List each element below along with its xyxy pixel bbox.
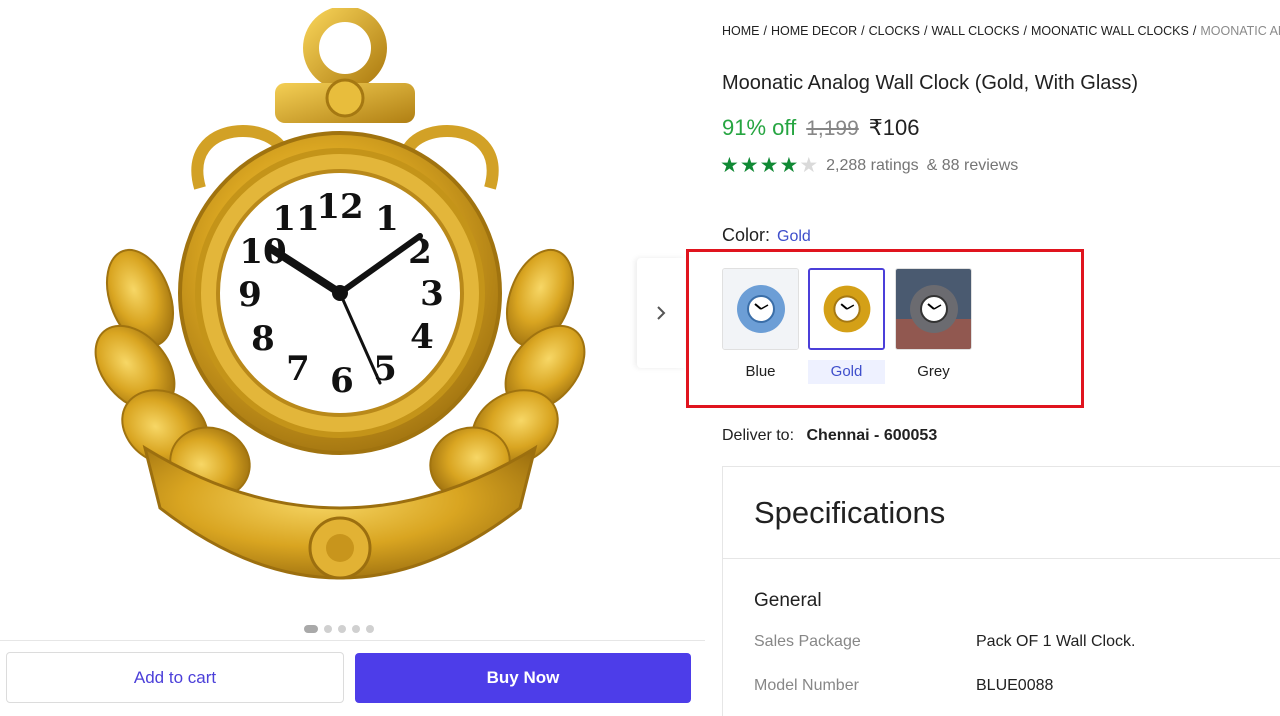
breadcrumb-current: MOONATIC ANALOG WALL CLOCK — [1200, 24, 1280, 38]
ratings-count[interactable]: 2,288 ratings — [826, 157, 919, 175]
product-gallery: 12 1 2 3 4 5 6 7 8 9 10 11 Add to cart B… — [0, 0, 705, 716]
star-icon: ★ — [779, 154, 799, 177]
svg-text:6: 6 — [330, 361, 354, 401]
spec-key: Model Number — [754, 677, 859, 694]
svg-text:5: 5 — [373, 349, 397, 389]
selling-price: ₹106 — [868, 115, 920, 140]
breadcrumb-moonatic-wall-clocks[interactable]: MOONATIC WALL CLOCKS — [1031, 24, 1189, 38]
gallery-dot[interactable] — [324, 625, 332, 633]
svg-text:8: 8 — [251, 319, 275, 359]
svg-text:12: 12 — [316, 187, 363, 227]
color-label: Color: Gold — [722, 225, 811, 246]
breadcrumb-separator: / — [1023, 24, 1027, 38]
selected-color: Gold — [777, 228, 811, 245]
gallery-dot[interactable] — [304, 625, 318, 633]
spec-value: Pack OF 1 Wall Clock. — [976, 633, 1136, 650]
color-label-text: Color: — [722, 225, 771, 245]
breadcrumb-wall-clocks[interactable]: WALL CLOCKS — [931, 24, 1019, 38]
rating-row[interactable]: ★ ★ ★ ★ ★ 2,288 ratings & 88 reviews — [720, 155, 1018, 177]
svg-text:11: 11 — [272, 199, 319, 239]
spec-key: Sales Package — [754, 633, 861, 650]
price-row: 91% off 1,199 ₹106 — [722, 115, 919, 141]
divider — [0, 640, 705, 641]
spec-row: Sales Package Pack OF 1 Wall Clock. — [754, 633, 1135, 651]
svg-text:7: 7 — [286, 349, 310, 389]
reviews-count[interactable]: & 88 reviews — [927, 157, 1019, 175]
delivery-location[interactable]: Chennai - 600053 — [806, 427, 937, 444]
specifications-panel: Specifications General Sales Package Pac… — [722, 466, 1280, 716]
svg-text:1: 1 — [375, 199, 399, 239]
star-icon: ★ — [720, 154, 739, 177]
spec-section-title: General — [754, 590, 822, 611]
star-empty-icon: ★ — [799, 154, 819, 177]
gallery-dot[interactable] — [352, 625, 360, 633]
chevron-right-icon — [657, 306, 666, 320]
breadcrumb: HOME / HOME DECOR / CLOCKS / WALL CLOCKS / MOONA… — [722, 24, 1280, 38]
breadcrumb-home-decor[interactable]: HOME DECOR — [771, 24, 857, 38]
spec-value: BLUE0088 — [976, 677, 1054, 694]
highlight-box — [686, 249, 1084, 408]
original-price: 1,199 — [806, 117, 859, 140]
delivery-info[interactable]: Deliver to: Chennai - 600053 — [722, 427, 937, 445]
breadcrumb-separator: / — [861, 24, 865, 38]
gallery-dots[interactable] — [304, 625, 374, 633]
carousel-prev-button[interactable] — [637, 258, 685, 368]
star-icon: ★ — [739, 154, 759, 177]
star-icon: ★ — [759, 154, 779, 177]
product-image[interactable]: 12 1 2 3 4 5 6 7 8 9 10 11 — [90, 8, 590, 613]
breadcrumb-separator: / — [924, 24, 928, 38]
buy-now-button[interactable]: Buy Now — [355, 653, 691, 703]
svg-text:4: 4 — [410, 317, 434, 357]
breadcrumb-home[interactable]: HOME — [722, 24, 760, 38]
product-title: Moonatic Analog Wall Clock (Gold, With G… — [722, 72, 1139, 94]
specifications-title: Specifications — [754, 495, 946, 530]
breadcrumb-separator: / — [763, 24, 767, 38]
add-to-cart-button[interactable]: Add to cart — [6, 652, 344, 703]
deliver-label: Deliver to: — [722, 427, 795, 444]
gallery-dot[interactable] — [366, 625, 374, 633]
breadcrumb-clocks[interactable]: CLOCKS — [869, 24, 920, 38]
svg-text:3: 3 — [420, 274, 444, 314]
discount-label: 91% off — [722, 115, 797, 140]
spec-row: Model Number BLUE0088 — [754, 677, 1053, 695]
svg-text:9: 9 — [238, 275, 262, 315]
star-rating: ★ ★ ★ ★ ★ — [720, 155, 818, 177]
breadcrumb-separator: / — [1192, 24, 1197, 38]
divider — [723, 558, 1280, 559]
gallery-dot[interactable] — [338, 625, 346, 633]
